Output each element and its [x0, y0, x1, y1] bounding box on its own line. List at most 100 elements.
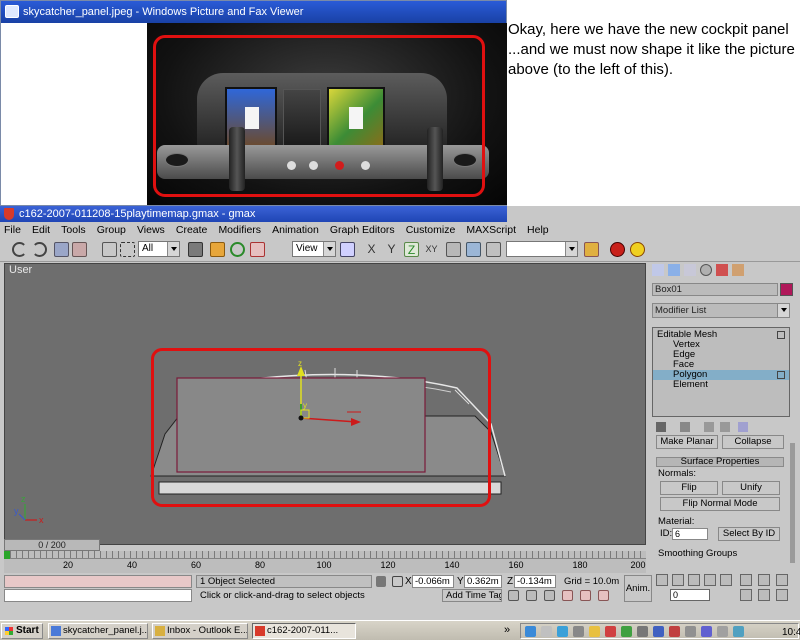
- absolute-mode-icon[interactable]: [392, 576, 403, 587]
- stack-toggle-box[interactable]: [777, 331, 785, 339]
- field-of-view-icon[interactable]: [598, 590, 609, 601]
- start-button[interactable]: Start: [1, 623, 43, 639]
- restrict-to-z-icon[interactable]: Z: [404, 242, 419, 257]
- arc-rotate-icon[interactable]: [776, 574, 788, 586]
- security-icon[interactable]: [669, 626, 680, 637]
- taskbar-outlook[interactable]: Inbox - Outlook E...: [152, 623, 248, 639]
- select-and-scale-icon[interactable]: [250, 242, 265, 257]
- display-icon[interactable]: [701, 626, 712, 637]
- align-icon[interactable]: [466, 242, 481, 257]
- create-tab-icon[interactable]: [652, 264, 664, 276]
- menu-group[interactable]: Group: [93, 222, 130, 238]
- menu-graph-editors[interactable]: Graph Editors: [326, 222, 399, 238]
- menu-customize[interactable]: Customize: [402, 222, 460, 238]
- undo-icon[interactable]: [12, 242, 27, 257]
- flip-button[interactable]: Flip: [660, 481, 718, 495]
- maxscript-listener-input[interactable]: [4, 575, 192, 588]
- clock[interactable]: 10:44 PM: [782, 626, 800, 638]
- tray-app-icon[interactable]: [573, 626, 584, 637]
- menu-animation[interactable]: Animation: [268, 222, 323, 238]
- previous-frame-icon[interactable]: [672, 574, 684, 586]
- user-viewport[interactable]: User z y x z y: [4, 263, 646, 545]
- select-by-id-button[interactable]: Select By ID: [718, 527, 780, 541]
- named-selection-dropdown[interactable]: [506, 241, 578, 257]
- tray-app-icon[interactable]: [685, 626, 696, 637]
- tray-app-icon[interactable]: [621, 626, 632, 637]
- motion-tab-icon[interactable]: [700, 264, 712, 276]
- pan-icon[interactable]: [508, 590, 519, 601]
- bluetooth-icon[interactable]: [653, 626, 664, 637]
- next-frame-icon[interactable]: [704, 574, 716, 586]
- modify-tab-icon[interactable]: [668, 264, 680, 276]
- z-coordinate-field[interactable]: -0.134m: [514, 575, 556, 588]
- restrict-to-y-icon[interactable]: Y: [384, 242, 399, 257]
- object-name-field[interactable]: Box01: [652, 283, 778, 296]
- folder-icon[interactable]: [589, 626, 600, 637]
- redo-icon[interactable]: [32, 242, 47, 257]
- volume-icon[interactable]: [637, 626, 648, 637]
- y-coordinate-field[interactable]: 0.362m: [464, 575, 502, 588]
- tray-app-icon[interactable]: [541, 626, 552, 637]
- display-tab-icon[interactable]: [716, 264, 728, 276]
- go-to-end-icon[interactable]: [720, 574, 732, 586]
- current-frame-field[interactable]: 0: [670, 589, 710, 601]
- x-coordinate-field[interactable]: -0.066m: [412, 575, 454, 588]
- named-selection-icon[interactable]: [584, 242, 599, 257]
- animate-button[interactable]: Anim.: [624, 575, 652, 602]
- maxscript-listener-output[interactable]: [4, 589, 192, 602]
- select-and-link-icon[interactable]: [54, 242, 69, 257]
- collapse-button[interactable]: Collapse: [722, 435, 784, 449]
- taskbar-overflow-chevron[interactable]: »: [504, 623, 510, 637]
- mirror-icon[interactable]: [446, 242, 461, 257]
- command-panel-scrollbar[interactable]: [790, 443, 795, 563]
- play-icon[interactable]: [688, 574, 700, 586]
- go-to-start-icon[interactable]: [656, 574, 668, 586]
- key-mode-icon[interactable]: [740, 574, 752, 586]
- select-object-icon[interactable]: [102, 242, 117, 257]
- taskbar-gmax[interactable]: c162-2007-011...: [252, 623, 356, 639]
- lock-selection-icon[interactable]: [376, 576, 386, 587]
- zoom-extents-all-icon[interactable]: [580, 590, 591, 601]
- orbit-icon[interactable]: [740, 589, 752, 601]
- restrict-to-x-icon[interactable]: X: [364, 242, 379, 257]
- reference-coordinate-dropdown[interactable]: View: [292, 241, 336, 257]
- menu-modifiers[interactable]: Modifiers: [214, 222, 265, 238]
- messenger-icon[interactable]: [557, 626, 568, 637]
- modifier-list-dropdown[interactable]: Modifier List: [652, 303, 790, 318]
- selection-filter-dropdown[interactable]: All: [138, 241, 180, 257]
- menu-file[interactable]: File: [0, 222, 25, 238]
- gmax-title-bar[interactable]: c162-2007-011208-15playtimemap.gmax - gm…: [0, 206, 507, 222]
- unify-button[interactable]: Unify: [722, 481, 780, 495]
- picture-viewer-title-bar[interactable]: skycatcher_panel.jpeg - Windows Picture …: [1, 1, 506, 23]
- material-id-spinner[interactable]: 6: [672, 528, 708, 540]
- tray-app-icon[interactable]: [717, 626, 728, 637]
- restrict-to-xy-icon[interactable]: XY: [424, 242, 439, 257]
- taskbar-picture-viewer[interactable]: skycatcher_panel.j...: [48, 623, 148, 639]
- select-by-name-icon[interactable]: [188, 242, 203, 257]
- walk-icon[interactable]: [758, 589, 770, 601]
- menu-tools[interactable]: Tools: [57, 222, 90, 238]
- antivirus-icon[interactable]: [605, 626, 616, 637]
- utilities-tab-icon[interactable]: [732, 264, 744, 276]
- flip-normal-mode-button[interactable]: Flip Normal Mode: [660, 497, 780, 511]
- time-slider[interactable]: 0 / 200: [4, 539, 100, 551]
- tray-app-icon[interactable]: [733, 626, 744, 637]
- menu-help[interactable]: Help: [523, 222, 553, 238]
- rectangular-selection-icon[interactable]: [120, 242, 135, 257]
- material-editor-icon[interactable]: [486, 242, 501, 257]
- render-scene-icon[interactable]: [610, 242, 625, 257]
- object-color-swatch[interactable]: [780, 283, 793, 296]
- unlink-selection-icon[interactable]: [72, 242, 87, 257]
- hierarchy-tab-icon[interactable]: [684, 264, 696, 276]
- make-planar-button[interactable]: Make Planar: [656, 435, 718, 449]
- stack-element[interactable]: Element: [653, 380, 789, 390]
- track-bar[interactable]: 20 40 60 80 100 120 140 160 180 200: [4, 551, 646, 573]
- select-and-rotate-icon[interactable]: [230, 242, 245, 257]
- select-and-move-icon[interactable]: [210, 242, 225, 257]
- menu-edit[interactable]: Edit: [28, 222, 54, 238]
- maximize-viewport-icon[interactable]: [776, 589, 788, 601]
- zoom-icon[interactable]: [526, 590, 537, 601]
- time-config-icon[interactable]: [758, 574, 770, 586]
- menu-create[interactable]: Create: [172, 222, 212, 238]
- surface-properties-rollout[interactable]: Surface Properties: [656, 457, 784, 467]
